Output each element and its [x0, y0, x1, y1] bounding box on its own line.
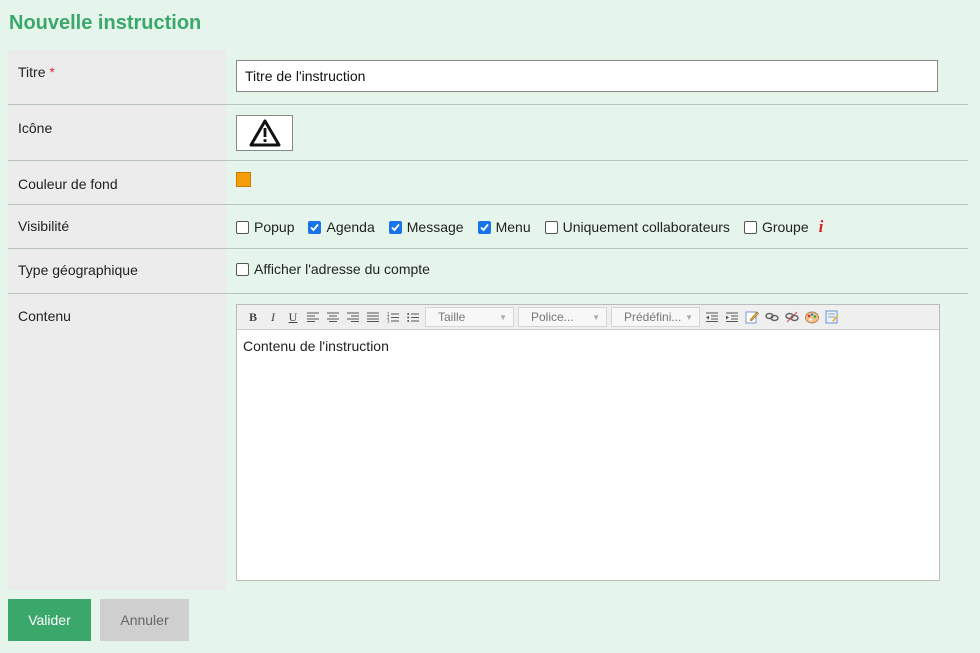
checkbox-label: Afficher l'adresse du compte	[254, 261, 430, 277]
label-type-geo: Type géographique	[8, 249, 226, 293]
label-titre-text: Titre	[18, 64, 46, 80]
checkbox-label: Uniquement collaborateurs	[562, 219, 730, 235]
align-left-icon[interactable]	[303, 307, 323, 327]
submit-button[interactable]: Valider	[8, 599, 91, 641]
label-icone: Icône	[8, 105, 226, 160]
icon-picker-button[interactable]	[236, 115, 293, 151]
row-titre: Titre *	[8, 50, 968, 105]
checkbox-label: Agenda	[326, 219, 375, 235]
visibility-message-checkbox[interactable]: Message	[388, 219, 464, 235]
row-contenu: Contenu B I U 1 2 3 Taille ▼ Police... ▼…	[8, 294, 968, 590]
size-select-label: Taille	[438, 310, 466, 324]
align-justify-icon[interactable]	[363, 307, 383, 327]
editor-toolbar: B I U 123 Taille ▼ Police... ▼ Prédéfini…	[237, 305, 939, 330]
label-contenu: Contenu	[8, 294, 226, 590]
ordered-list-icon[interactable]: 123	[383, 307, 403, 327]
checkbox-label: Menu	[495, 219, 531, 235]
info-icon[interactable]: i	[819, 217, 824, 237]
align-right-icon[interactable]	[343, 307, 363, 327]
row-type-geo: Type géographique Afficher l'adresse du …	[8, 249, 968, 294]
chevron-down-icon: ▼	[499, 312, 507, 322]
visibility-collaborateurs-checkbox[interactable]: Uniquement collaborateurs	[544, 219, 730, 235]
row-visibilite: Visibilité Popup Agenda Message Menu Uni…	[8, 205, 968, 249]
checkbox-box	[236, 262, 249, 276]
cancel-button[interactable]: Annuler	[100, 599, 189, 641]
label-titre: Titre *	[8, 50, 226, 104]
color-swatch[interactable]	[236, 172, 251, 187]
checkbox-box	[388, 220, 402, 234]
show-address-checkbox[interactable]: Afficher l'adresse du compte	[236, 261, 954, 277]
checkbox-label: Groupe	[761, 219, 809, 235]
visibility-groupe-checkbox[interactable]: Groupe	[743, 219, 809, 235]
indent-icon[interactable]	[722, 307, 742, 327]
checkbox-box	[544, 220, 558, 234]
required-marker: *	[49, 64, 55, 80]
italic-button[interactable]: I	[263, 307, 283, 327]
rich-text-editor: B I U 123 Taille ▼ Police... ▼ Prédéfini…	[236, 304, 940, 581]
outdent-icon[interactable]	[702, 307, 722, 327]
align-center-icon[interactable]	[323, 307, 343, 327]
bold-button[interactable]: B	[243, 307, 263, 327]
underline-button[interactable]: U	[283, 307, 303, 327]
editor-content[interactable]: Contenu de l'instruction	[237, 330, 939, 580]
checkbox-box	[743, 220, 757, 234]
edit-icon[interactable]	[742, 307, 762, 327]
link-icon[interactable]	[762, 307, 782, 327]
checkbox-label: Popup	[254, 219, 295, 235]
chevron-down-icon: ▼	[685, 312, 693, 322]
chevron-down-icon: ▼	[592, 312, 600, 322]
label-visibilite: Visibilité	[8, 205, 226, 248]
titre-input[interactable]	[236, 60, 938, 92]
preset-select[interactable]: Prédéfini... ▼	[611, 307, 700, 327]
checkbox-label: Message	[406, 219, 464, 235]
visibility-popup-checkbox[interactable]: Popup	[236, 219, 294, 235]
svg-text:3: 3	[387, 318, 390, 323]
checkbox-box	[236, 220, 249, 234]
visibility-menu-checkbox[interactable]: Menu	[477, 219, 531, 235]
row-couleur: Couleur de fond	[8, 161, 968, 205]
font-select[interactable]: Police... ▼	[518, 307, 607, 327]
color-palette-icon[interactable]	[802, 307, 822, 327]
warning-triangle-icon	[249, 119, 280, 147]
form-actions: Valider Annuler	[8, 599, 189, 641]
instruction-form: Titre * Icône Couleur de fond Visibilité	[8, 50, 968, 590]
row-icone: Icône	[8, 105, 968, 161]
html-source-icon[interactable]	[822, 307, 842, 327]
checkbox-box	[477, 220, 491, 234]
visibility-agenda-checkbox[interactable]: Agenda	[308, 219, 375, 235]
size-select[interactable]: Taille ▼	[425, 307, 514, 327]
checkbox-box	[308, 220, 322, 234]
preset-select-label: Prédéfini...	[624, 310, 682, 324]
unordered-list-icon[interactable]	[403, 307, 423, 327]
page-title: Nouvelle instruction	[9, 12, 202, 34]
unlink-icon[interactable]	[782, 307, 802, 327]
font-select-label: Police...	[531, 310, 574, 324]
label-couleur: Couleur de fond	[8, 161, 226, 204]
